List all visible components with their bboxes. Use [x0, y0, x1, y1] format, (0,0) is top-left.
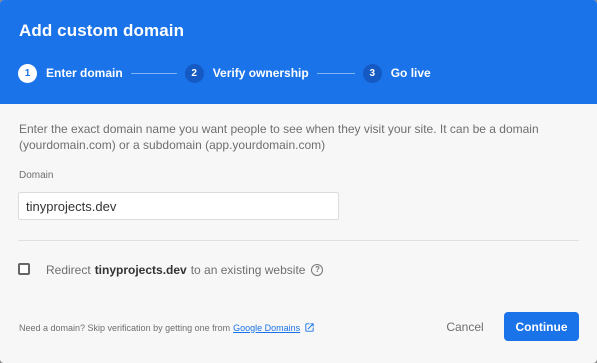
step-enter-domain: 1 Enter domain — [18, 63, 123, 83]
domain-input[interactable] — [18, 192, 339, 220]
footer-note: Need a domain? Skip verification by gett… — [19, 322, 315, 333]
add-custom-domain-dialog: Add custom domain 1 Enter domain 2 Verif… — [0, 0, 597, 363]
step-connector — [130, 72, 177, 74]
continue-button[interactable]: Continue — [504, 312, 579, 341]
dialog-title: Add custom domain — [19, 21, 185, 40]
domain-description: Enter the exact domain name you want peo… — [19, 122, 539, 152]
redirect-prefix: Redirect — [46, 263, 91, 277]
step-number-2: 2 — [184, 63, 204, 83]
dialog-header: Add custom domain 1 Enter domain 2 Verif… — [0, 0, 597, 104]
step-connector — [316, 72, 355, 74]
google-domains-link[interactable]: Google Domains — [233, 323, 300, 333]
divider — [18, 240, 579, 241]
step-go-live: 3 Go live — [362, 63, 431, 83]
step-label-verify-ownership: Verify ownership — [212, 66, 309, 80]
redirect-domain: tinyprojects.dev — [94, 263, 187, 277]
stepper: 1 Enter domain 2 Verify ownership 3 Go l… — [18, 63, 431, 83]
open-in-new-icon[interactable] — [304, 322, 315, 333]
step-verify-ownership: 2 Verify ownership — [184, 63, 309, 83]
help-circle-icon[interactable]: ? — [311, 264, 324, 276]
cancel-button[interactable]: Cancel — [436, 313, 494, 341]
footer-note-text: Need a domain? Skip verification by gett… — [19, 322, 231, 333]
domain-field-label: Domain — [19, 170, 54, 181]
redirect-suffix: to an existing website — [190, 263, 306, 277]
step-number-3: 3 — [362, 63, 382, 83]
step-label-enter-domain: Enter domain — [46, 66, 123, 80]
redirect-checkbox[interactable] — [18, 263, 30, 275]
step-label-go-live: Go live — [390, 66, 431, 80]
step-number-1: 1 — [18, 63, 37, 83]
redirect-option: Redirect tinyprojects.dev to an existing… — [46, 263, 324, 277]
